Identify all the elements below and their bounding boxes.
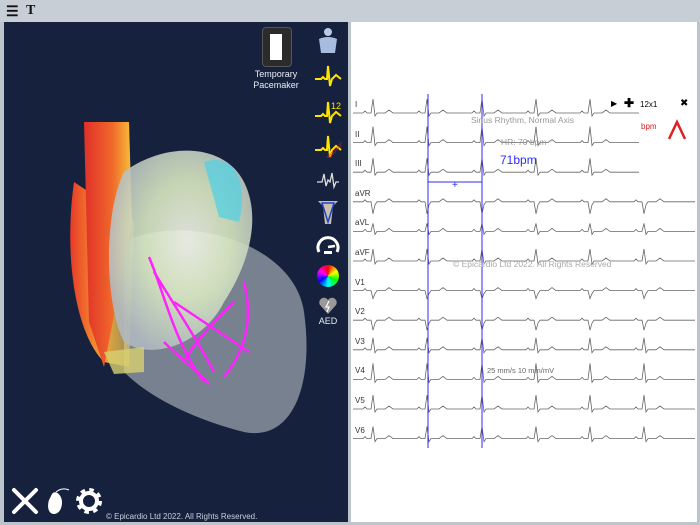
copyright-text: © Epicardio Ltd 2022. All Rights Reserve… bbox=[106, 512, 258, 521]
ecg-trace-III bbox=[353, 158, 639, 177]
ecg-trace-aVR bbox=[353, 198, 695, 214]
lead-label-V4: V4 bbox=[355, 366, 365, 376]
lead-label-V5: V5 bbox=[355, 396, 365, 405]
add-button[interactable]: ✚ bbox=[624, 96, 634, 110]
ecg-trace-V3 bbox=[353, 337, 695, 354]
caliper-handle[interactable]: + bbox=[452, 180, 458, 191]
heart-3d-view[interactable]: Temporary Pacemaker 12 ANNOTATED AED © E… bbox=[4, 22, 348, 522]
lead-label-V2: V2 bbox=[355, 307, 365, 317]
color-wheel-icon[interactable] bbox=[312, 262, 344, 290]
tools-icon[interactable] bbox=[10, 486, 40, 516]
alarm-caret-icon[interactable] bbox=[667, 119, 687, 141]
ecg-trace-V6 bbox=[353, 426, 695, 443]
ecg-annotated-icon[interactable]: ANNOTATED bbox=[312, 131, 344, 159]
lead-label-II: II bbox=[355, 129, 360, 139]
ecg-rhythm-icon[interactable] bbox=[312, 62, 344, 90]
lead-label-aVR: aVR bbox=[355, 188, 371, 198]
lead-label-V1: V1 bbox=[355, 277, 365, 287]
ecg-small-icon[interactable] bbox=[312, 166, 344, 194]
temporary-pacemaker-button[interactable] bbox=[262, 27, 292, 67]
scale-text: 25 mm/s 10 mm/mV bbox=[487, 366, 555, 375]
lead-label-V6: V6 bbox=[355, 425, 365, 435]
pacemaker-icon bbox=[270, 34, 282, 60]
close-button[interactable]: ✖ bbox=[680, 98, 688, 109]
top-toolbar: ☰ T bbox=[0, 0, 700, 22]
speedometer-icon[interactable] bbox=[312, 230, 344, 258]
bpm-label: bpm bbox=[641, 122, 657, 131]
watermark: © Epicardio Ltd 2022. All Rights Reserve… bbox=[453, 259, 612, 269]
svg-text:12: 12 bbox=[331, 101, 341, 111]
ecg-12-lead-icon[interactable]: 12 bbox=[312, 97, 344, 125]
lead-label-III: III bbox=[355, 159, 362, 169]
lead-label-I: I bbox=[355, 100, 358, 109]
lead-label-aVL: aVL bbox=[355, 218, 370, 228]
layout-button[interactable]: 12x1 bbox=[640, 100, 657, 109]
ecg-trace-II bbox=[353, 126, 639, 147]
pacemaker-label: Temporary Pacemaker bbox=[253, 69, 299, 90]
rhythm-text: Sinus Rhythm, Normal Axis bbox=[471, 115, 574, 125]
text-icon[interactable]: T bbox=[26, 3, 35, 19]
ecg-trace-I bbox=[353, 98, 639, 118]
torso-icon[interactable] bbox=[312, 26, 344, 54]
caliper-bpm-value: 71bpm bbox=[500, 153, 537, 167]
hamburger-icon[interactable]: ☰ bbox=[6, 3, 19, 20]
heart-model[interactable] bbox=[4, 22, 348, 522]
ecg-panel[interactable]: I II III aVR aVL aVF V1 V2 V3 V4 V5 V6 Sinus Rhythm… bbox=[351, 22, 697, 522]
ecg-trace-V2 bbox=[353, 316, 695, 331]
hr-text: HR: 70 bpm bbox=[501, 137, 547, 147]
aed-label: AED bbox=[318, 316, 338, 326]
play-button[interactable]: ▶ bbox=[611, 99, 617, 108]
ecg-traces bbox=[353, 94, 695, 448]
settings-gear-icon[interactable] bbox=[74, 486, 104, 516]
ecg-trace-aVL bbox=[353, 223, 695, 236]
catheter-icon[interactable] bbox=[312, 198, 344, 226]
lead-label-V3: V3 bbox=[355, 336, 365, 346]
ecg-trace-V1 bbox=[353, 287, 695, 300]
heart-anatomy-icon[interactable] bbox=[42, 486, 72, 516]
ecg-trace-V5 bbox=[353, 394, 695, 414]
lead-label-aVF: aVF bbox=[355, 248, 370, 257]
